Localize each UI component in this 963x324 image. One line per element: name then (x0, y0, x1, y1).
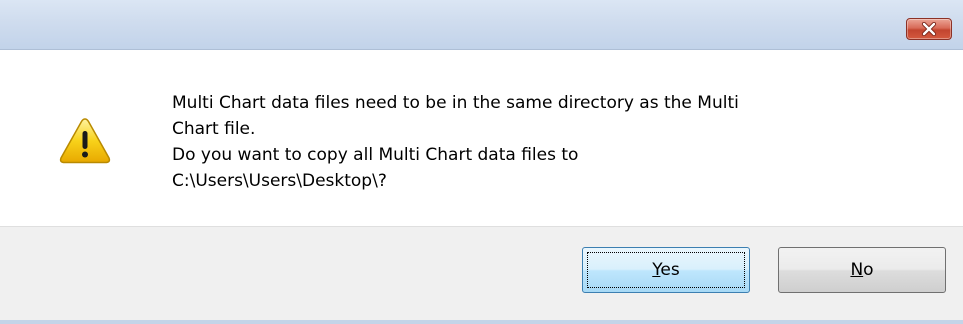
close-button[interactable] (906, 18, 952, 40)
message-text: Multi Chart data files need to be in the… (172, 90, 892, 194)
no-label-rest: o (863, 260, 874, 280)
button-bar: Yes No (0, 226, 963, 324)
window-bottom-border (0, 320, 963, 324)
yes-label-rest: es (660, 260, 680, 280)
message-line: C:\Users\Users\Desktop\? (172, 171, 387, 191)
warning-icon (59, 118, 111, 164)
no-button-label: No (850, 260, 873, 280)
no-button[interactable]: No (778, 247, 946, 293)
no-mnemonic: N (850, 260, 864, 280)
message-line: Do you want to copy all Multi Chart data… (172, 145, 579, 165)
close-icon (921, 22, 937, 36)
message-line: Multi Chart data files need to be in the… (172, 93, 739, 113)
title-bar (0, 0, 963, 50)
message-dialog: Multi Chart data files need to be in the… (0, 0, 963, 324)
yes-button[interactable]: Yes (582, 247, 750, 293)
yes-button-label: Yes (652, 260, 679, 280)
message-line: Chart file. (172, 119, 256, 139)
message-area: Multi Chart data files need to be in the… (0, 50, 963, 226)
